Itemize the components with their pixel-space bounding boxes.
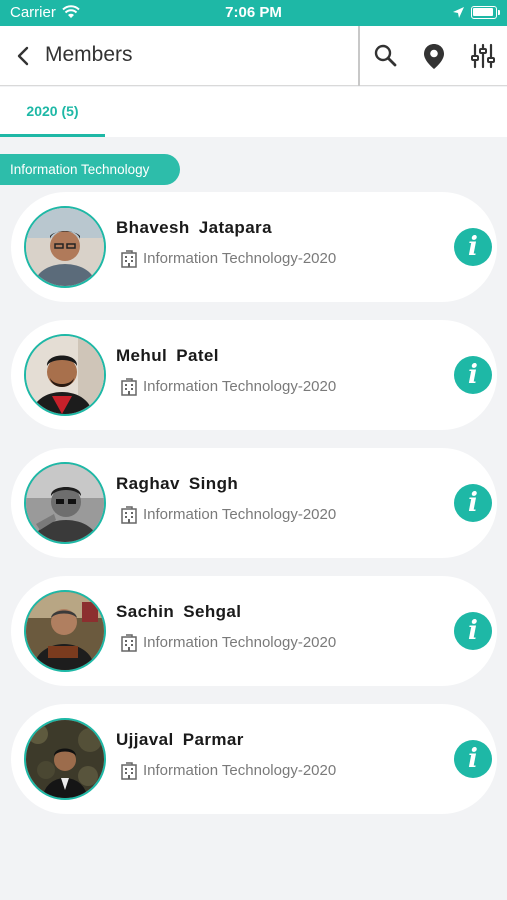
- member-card[interactable]: Raghav Singh Information Technology-2020…: [11, 448, 497, 558]
- chevron-left-icon[interactable]: [12, 44, 36, 68]
- avatar: [24, 334, 106, 416]
- status-bar: Carrier 7:06 PM: [0, 0, 507, 26]
- tab-2020[interactable]: 2020 (5): [0, 87, 105, 137]
- department-label: Information Technology-2020: [143, 250, 337, 267]
- building-icon: [119, 505, 139, 525]
- tab-label: 2020 (5): [26, 103, 79, 119]
- nav-bar: Members: [0, 26, 507, 86]
- member-card[interactable]: Bhavesh Jatapara Information Technology-…: [11, 192, 497, 302]
- member-card[interactable]: Sachin Sehgal Information Technology-202…: [11, 576, 497, 686]
- building-icon: [119, 761, 139, 781]
- group-header: Information Technology: [0, 154, 180, 185]
- building-icon: [119, 633, 139, 653]
- page-title: Members: [45, 43, 133, 66]
- member-name: Ujjaval Parmar: [116, 730, 244, 749]
- tab-active-indicator: [0, 134, 105, 137]
- battery-icon: [471, 6, 497, 19]
- avatar: [24, 590, 106, 672]
- member-name: Sachin Sehgal: [116, 602, 242, 621]
- member-card[interactable]: Ujjaval Parmar Information Technology-20…: [11, 704, 497, 814]
- department-label: Information Technology-2020: [143, 762, 337, 779]
- building-icon: [119, 377, 139, 397]
- location-arrow-icon: [452, 6, 465, 24]
- avatar: [24, 206, 106, 288]
- avatar: [24, 718, 106, 800]
- member-name: Raghav Singh: [116, 474, 239, 493]
- member-card[interactable]: Mehul Patel Information Technology-2020 …: [11, 320, 497, 430]
- member-name: Mehul Patel: [116, 346, 219, 365]
- search-icon[interactable]: [372, 42, 400, 70]
- map-pin-icon[interactable]: [420, 42, 448, 70]
- building-icon: [119, 249, 139, 269]
- department-label: Information Technology-2020: [143, 506, 337, 523]
- tab-bar: 2020 (5): [0, 87, 507, 137]
- info-icon[interactable]: i: [454, 228, 492, 266]
- avatar: [24, 462, 106, 544]
- clock: 7:06 PM: [225, 4, 282, 21]
- info-icon[interactable]: i: [454, 612, 492, 650]
- nav-divider: [358, 26, 360, 86]
- member-name: Bhavesh Jatapara: [116, 218, 272, 237]
- info-icon[interactable]: i: [454, 356, 492, 394]
- info-icon[interactable]: i: [454, 740, 492, 778]
- info-icon[interactable]: i: [454, 484, 492, 522]
- department-label: Information Technology-2020: [143, 634, 337, 651]
- filter-sliders-icon[interactable]: [469, 42, 497, 70]
- department-label: Information Technology-2020: [143, 378, 337, 395]
